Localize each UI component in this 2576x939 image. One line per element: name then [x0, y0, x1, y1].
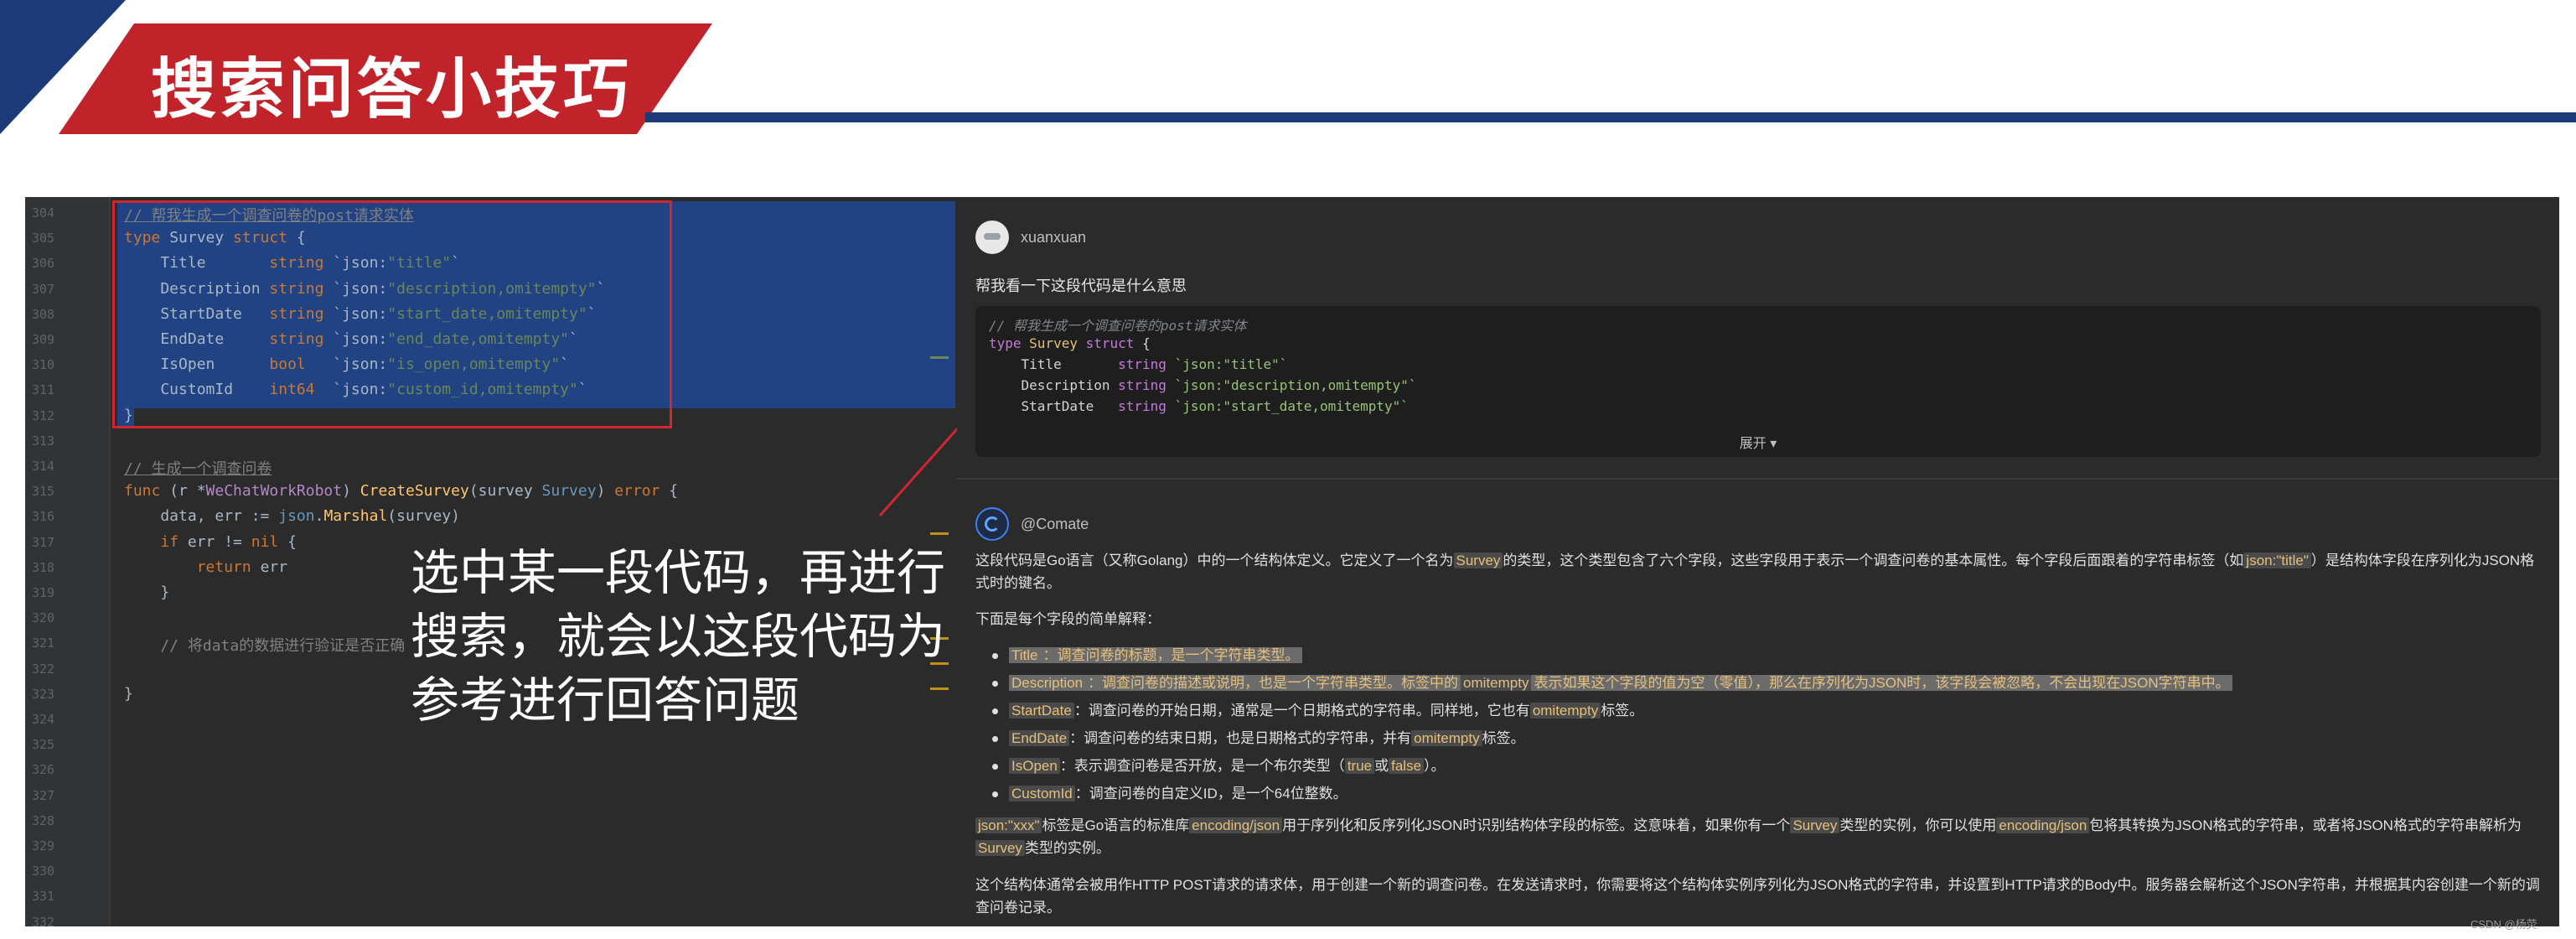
user-avatar	[975, 220, 1009, 254]
line-number: 329	[32, 838, 55, 853]
code-line[interactable]: if err != nil {	[124, 533, 297, 551]
snippet-keyword: type	[989, 335, 1022, 351]
line-number: 322	[32, 661, 55, 677]
line-number: 326	[32, 762, 55, 778]
watermark: CSDN @杨荧	[2470, 918, 2537, 931]
banner-blue-line	[645, 112, 2576, 122]
field-explanation-list: Title ：调查问卷的标题，是一个字符串类型。 Description ：调查问卷…	[975, 641, 2542, 807]
code-line[interactable]: return err	[124, 558, 287, 576]
line-number: 327	[32, 787, 55, 803]
user-name: xuanxuan	[1021, 229, 1087, 246]
snippet-typename: Survey	[1029, 335, 1078, 351]
page-title: 搜索问答小技巧	[151, 52, 633, 127]
line-number: 315	[32, 484, 55, 500]
comate-logo-icon	[975, 507, 1009, 541]
answer-paragraph-1: 这段代码是Go语言（又称Golang）中的一个结构体定义。它定义了一个名为 Sur…	[975, 553, 2535, 591]
line-number: 311	[32, 382, 55, 398]
line-number: 323	[32, 686, 55, 702]
list-item: CustomId ：调查问卷的自定义ID，是一个64位整数。	[975, 780, 2542, 807]
line-number: 316	[32, 509, 55, 525]
list-item: IsOpen ：表示调查问卷是否开放，是一个布尔类型（ true 或 false）。	[975, 752, 2542, 780]
line-number: 313	[32, 433, 55, 449]
line-number: 318	[32, 559, 55, 575]
code-line[interactable]: // 生成一个调查问卷	[124, 457, 272, 479]
line-number: 320	[32, 610, 55, 626]
line-number: 309	[32, 332, 55, 347]
code-line[interactable]: }	[124, 685, 133, 703]
line-number: 310	[32, 357, 55, 373]
snippet-line: // 帮我生成一个调查问卷的post请求实体	[989, 318, 1247, 334]
line-number: 325	[32, 737, 55, 753]
line-number: 328	[32, 812, 55, 828]
line-number: 331	[32, 889, 55, 905]
answer-paragraph-3: json:"xxx" 标签是Go语言的标准库 encoding/json 用于序列化和…	[975, 814, 2542, 859]
line-number: 321	[32, 636, 55, 651]
line-number: 304	[32, 205, 55, 220]
annotation-text: 选中某一段代码，再进行搜索，就会以这段代码为参考进行回答问题	[411, 544, 946, 729]
code-snippet-box: // 帮我生成一个调查问卷的post请求实体 type Survey struc…	[975, 306, 2541, 457]
selection-annotation-box	[112, 200, 672, 428]
list-item: Title ：调查问卷的标题，是一个字符串类型。	[975, 641, 2542, 669]
expand-button[interactable]: 展开 ▾	[975, 432, 2541, 452]
code-line[interactable]: data, err := json.Marshal(survey)	[124, 507, 460, 525]
line-number: 332	[32, 914, 55, 926]
user-question: 帮我看一下这段代码是什么意思	[975, 278, 1187, 294]
line-number: 308	[32, 306, 55, 322]
line-number: 319	[32, 585, 55, 600]
code-line[interactable]: func (r *WeChatWorkRobot) CreateSurvey(s…	[124, 482, 678, 500]
line-number: 306	[32, 256, 55, 272]
answer-paragraph-2: 下面是每个字段的简单解释：	[975, 611, 1161, 627]
answer-paragraph-4: 这个结构体通常会被用作HTTP POST请求的请求体，用于创建一个新的调查问卷。…	[975, 877, 2540, 916]
line-number: 314	[32, 459, 55, 474]
line-number: 305	[32, 231, 55, 246]
line-number: 317	[32, 534, 55, 550]
line-number: 324	[32, 712, 55, 727]
list-item: StartDate ：调查问卷的开始日期，通常是一个日期格式的字符串。同样地，它也…	[975, 697, 2542, 724]
line-number: 330	[32, 864, 55, 879]
code-line[interactable]: }	[124, 584, 169, 601]
code-line[interactable]: // 将data的数据进行验证是否正确	[124, 634, 405, 656]
chat-panel: xuanxuan 帮我看一下这段代码是什么意思 // 帮我生成一个调查问卷的po…	[957, 197, 2559, 926]
list-item: EndDate ：调查问卷的结束日期，也是日期格式的字符串，并有 omitempty…	[975, 724, 2542, 752]
list-item: Description ：调查问卷的描述或说明，也是一个字符串类型。标签中的 omi…	[975, 669, 2542, 697]
ide-screenshot: 304 305 306 307 308 309 310 311 312 313 314 315 316 3…	[25, 197, 2559, 926]
line-number: 312	[32, 407, 55, 423]
line-number: 307	[32, 281, 55, 297]
code-editor[interactable]: 304 305 306 307 308 309 310 311 312 313 314 315 316 3…	[25, 197, 955, 926]
bot-name: @Comate	[1021, 516, 1089, 532]
